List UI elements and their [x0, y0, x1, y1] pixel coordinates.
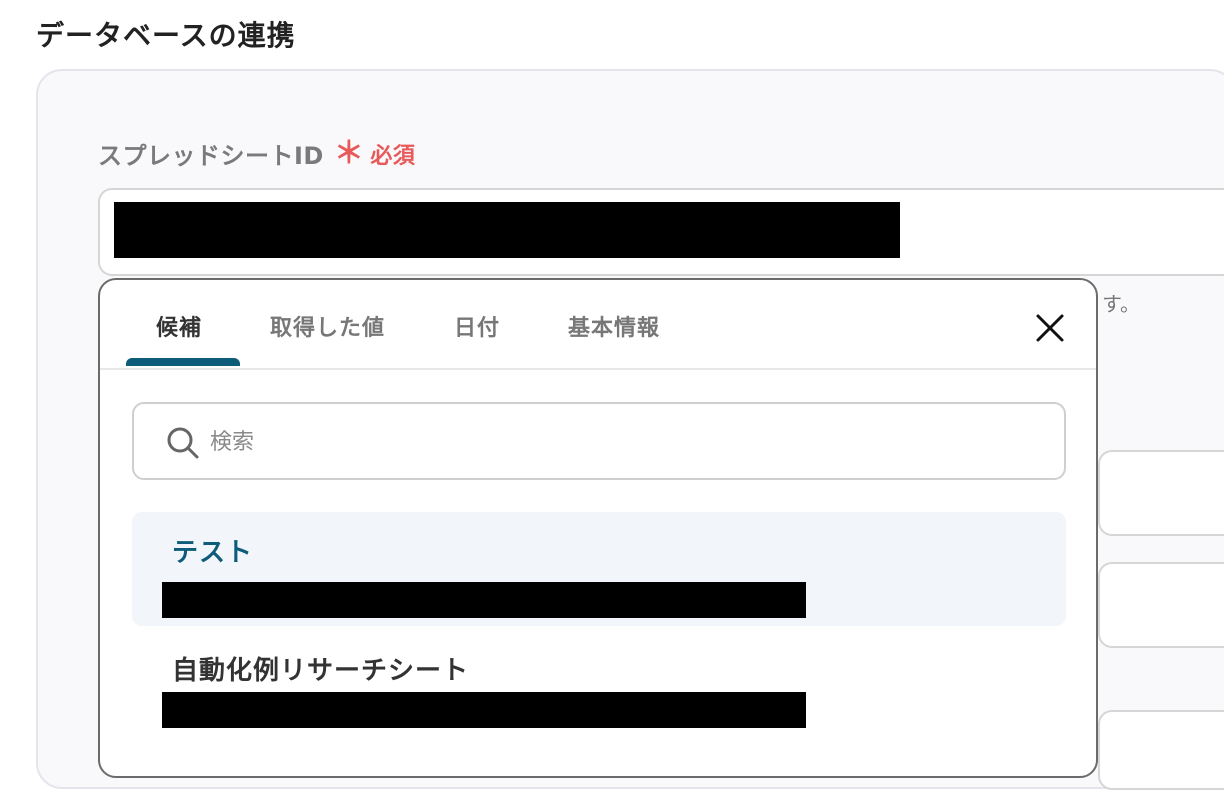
tab-basic-info[interactable]: 基本情報 [568, 310, 660, 342]
list-item-title: テスト [172, 538, 254, 568]
tab-bar: 候補 取得した値 日付 基本情報 [100, 280, 1096, 370]
tab-retrieved-values[interactable]: 取得した値 [270, 310, 385, 342]
search-box [132, 402, 1066, 480]
background-field[interactable] [1098, 562, 1224, 648]
background-field[interactable] [1098, 710, 1224, 790]
required-badge: 必須 [370, 143, 416, 169]
list-item[interactable]: テスト [132, 512, 1066, 626]
search-input[interactable] [208, 420, 1032, 464]
suggestion-dropdown: 候補 取得した値 日付 基本情報 テスト 自動化例リサーチシート [98, 278, 1098, 778]
search-icon [166, 426, 200, 460]
spreadsheet-id-label: スプレッドシートID ＊ 必須 [98, 136, 415, 171]
tab-candidates[interactable]: 候補 [156, 310, 202, 342]
required-asterisk-icon: ＊ [333, 135, 365, 171]
redacted-value [162, 582, 806, 618]
close-icon[interactable] [1032, 310, 1068, 346]
helper-text: す。 [1102, 292, 1140, 316]
spreadsheet-id-input[interactable] [98, 188, 1224, 276]
field-label-text: スプレッドシートID [98, 142, 324, 170]
list-item[interactable]: 自動化例リサーチシート [132, 630, 1066, 744]
redacted-value [162, 692, 806, 728]
list-item-title: 自動化例リサーチシート [172, 656, 470, 686]
background-field[interactable] [1098, 450, 1224, 536]
redacted-value [114, 202, 900, 258]
tab-date[interactable]: 日付 [454, 310, 500, 342]
section-title: データベースの連携 [36, 19, 296, 52]
active-tab-indicator [126, 358, 240, 366]
